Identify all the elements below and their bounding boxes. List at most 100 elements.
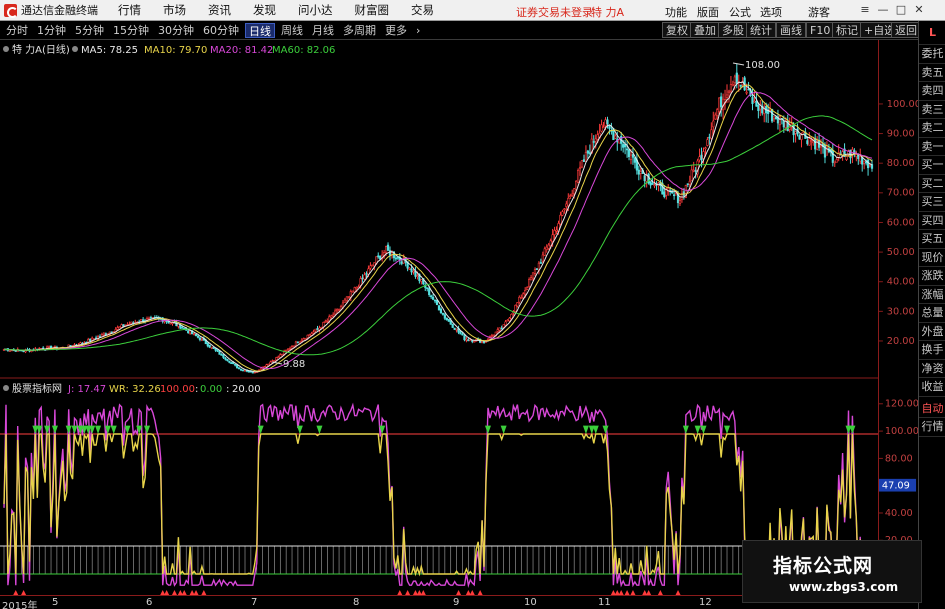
maximize-icon[interactable]: □ [894,3,908,17]
side-item-sell2[interactable]: 卖二 [919,119,945,138]
menu-options[interactable]: 选项 [760,4,782,20]
candle-body [504,321,507,326]
candle-body [600,124,603,132]
candle-body [524,290,527,295]
candle-body [312,331,315,334]
period-timeshare[interactable]: 分时 [3,23,31,38]
side-item-buy5[interactable]: 买五 [919,230,945,249]
candle-body [549,240,552,246]
minimize-icon[interactable]: — [876,3,890,17]
candle-body [627,149,631,158]
menu-market[interactable]: 市场 [163,2,186,18]
menu-function[interactable]: 功能 [665,4,687,20]
candle-body [218,350,221,355]
side-item-sell5[interactable]: 卖五 [919,64,945,82]
side-item-net-asset[interactable]: 净资 [919,360,945,378]
candle-body [528,279,531,287]
menu-market-quotes[interactable]: 行情 [118,2,141,18]
candle-body [335,309,339,312]
candle-body [718,97,721,112]
guest-label[interactable]: 游客 [808,4,830,20]
candle-body [426,287,429,289]
menu-ask[interactable]: 问小达 [298,2,333,18]
side-item-volume[interactable]: 总量 [919,304,945,323]
level2-icon[interactable]: L [919,21,945,45]
login-warning[interactable]: 证券交易未登录 [516,4,593,20]
side-item-sell3[interactable]: 卖三 [919,101,945,119]
candle-body [343,299,347,303]
side-item-commission[interactable]: 委托 [919,45,945,64]
adjust-button[interactable]: 复权 [662,22,692,38]
settings-dot-icon[interactable] [72,46,78,52]
collapse-icon[interactable] [3,46,9,52]
period-monthly[interactable]: 月线 [309,23,337,38]
menu-layout[interactable]: 版面 [697,4,719,20]
side-item-change[interactable]: 涨跌 [919,267,945,286]
candle-body [437,305,441,311]
side-item-buy3[interactable]: 买三 [919,193,945,212]
multi-stock-button[interactable]: 多股 [718,22,748,38]
period-daily[interactable]: 日线 [245,22,275,38]
menu-icon[interactable]: ≡ [858,3,872,17]
side-item-change-pct[interactable]: 涨幅 [919,286,945,304]
indicator-title: 股票指标网 [12,382,62,395]
candle-body [690,169,693,182]
candle-body [345,296,348,301]
candle-body [169,322,172,325]
candle-body [267,363,270,366]
menu-news[interactable]: 资讯 [208,2,231,18]
candle-body [526,287,529,290]
draw-line-button[interactable]: 画线 [776,22,806,38]
ma60-label: MA60: 82.06 [272,45,335,56]
candle-body [698,156,701,161]
candle-body [663,191,666,197]
indicator-collapse-icon[interactable] [3,385,9,391]
chevron-right-icon[interactable]: › [413,23,423,38]
side-item-buy2[interactable]: 买二 [919,175,945,193]
side-item-quotes[interactable]: 行情 [919,418,945,437]
candle-body [296,341,300,344]
candle-body [520,297,523,299]
candle-body [692,169,695,172]
candle-body [596,134,599,140]
candle-body [731,83,734,87]
statistics-button[interactable]: 统计 [746,22,776,38]
period-1min[interactable]: 1分钟 [34,23,69,38]
price-tick-label: 100.00 [887,99,918,110]
close-icon[interactable]: ✕ [912,3,926,17]
date-label: 10 [524,597,537,608]
candle-body [116,327,119,330]
overlay-button[interactable]: 叠加 [690,22,720,38]
side-item-sell1[interactable]: 卖一 [919,138,945,156]
candle-body [555,229,558,232]
side-item-earnings[interactable]: 收益 [919,378,945,397]
mark-button[interactable]: 标记 [832,22,862,38]
period-30min[interactable]: 30分钟 [155,23,197,38]
side-item-buy1[interactable]: 买一 [919,156,945,175]
side-item-price[interactable]: 现价 [919,249,945,267]
menu-discover[interactable]: 发现 [253,2,276,18]
menu-formula[interactable]: 公式 [729,4,751,20]
chart-area[interactable]: 特 力A(日线) MA5: 78.25 MA10: 79.70 MA20: 81… [0,40,878,595]
candle-body [243,369,247,372]
candle-body [430,295,433,298]
candle-body [400,261,403,264]
period-more[interactable]: 更多 [382,23,410,38]
period-multi[interactable]: 多周期 [340,23,379,38]
menu-wealth[interactable]: 财富圈 [355,2,390,18]
back-button[interactable]: 返回 [891,22,921,38]
period-60min[interactable]: 60分钟 [200,23,242,38]
side-item-turnover[interactable]: 换手 [919,341,945,360]
side-item-sell4[interactable]: 卖四 [919,82,945,101]
side-item-buy4[interactable]: 买四 [919,212,945,230]
period-weekly[interactable]: 周线 [278,23,306,38]
candle-body [396,256,399,259]
side-item-auto[interactable]: 自动 [919,400,945,418]
watermark-logo: 指标公式网 www.zbgs3.com [742,540,922,603]
side-item-outer[interactable]: 外盘 [919,323,945,341]
candle-body [602,126,605,129]
period-15min[interactable]: 15分钟 [110,23,152,38]
menu-trade[interactable]: 交易 [411,2,434,18]
period-5min[interactable]: 5分钟 [72,23,107,38]
f10-button[interactable]: F10 [806,22,835,38]
